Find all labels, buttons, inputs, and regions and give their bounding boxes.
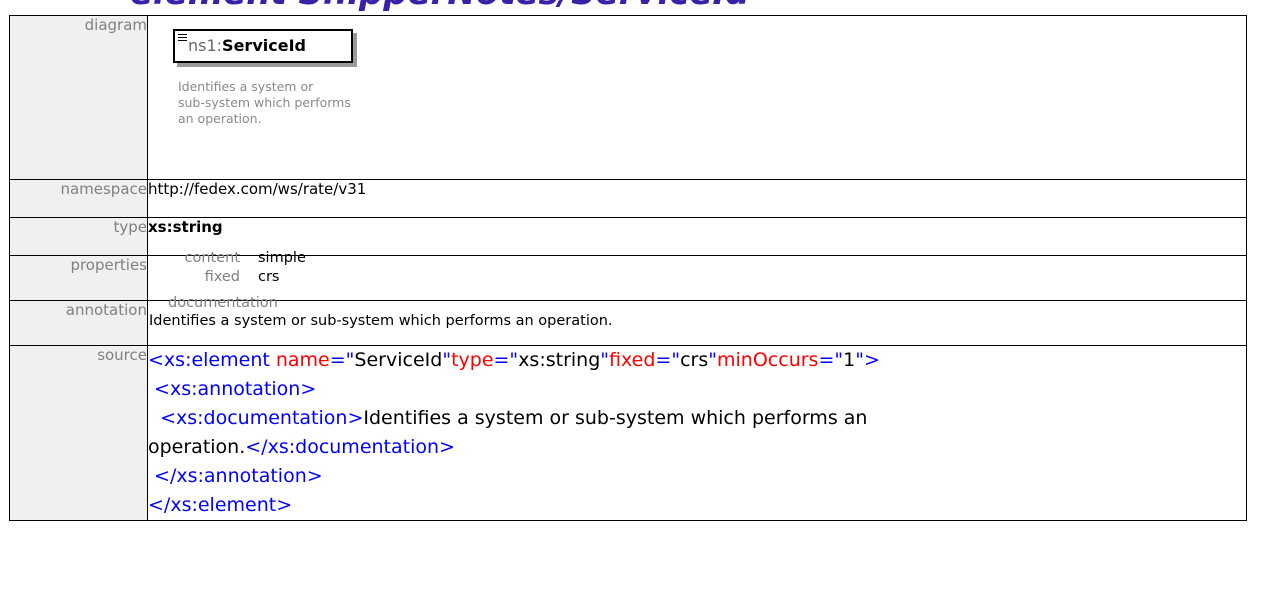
source-line: operation.</xs:documentation> — [148, 433, 1246, 462]
namespace-value: http://fedex.com/ws/rate/v31 — [147, 179, 1247, 218]
xml-attribute-name: minOccurs — [717, 349, 819, 371]
xml-punct: =" — [493, 349, 519, 371]
source-line: <xs:element name="ServiceId"type="xs:str… — [148, 346, 1246, 375]
source-line: <xs:annotation> — [148, 375, 1246, 404]
annotation-heading: documentation — [168, 295, 278, 311]
label-source: source — [9, 345, 148, 521]
label-namespace: namespace — [9, 179, 148, 218]
xml-tag: <xs:element — [148, 349, 270, 371]
xml-attribute-value: crs — [680, 349, 709, 371]
annotation-text: Identifies a system or sub-system which … — [149, 313, 613, 329]
xml-attribute-name: name — [269, 349, 330, 371]
element-doc-table: diagram ns1:ServiceId Identifies a syste… — [9, 15, 1247, 521]
type-value[interactable]: xs:string — [148, 218, 223, 236]
xml-punct: " — [855, 349, 864, 371]
label-properties: properties — [9, 255, 148, 301]
xml-tag: </xs:element> — [148, 494, 293, 516]
label-annotation: annotation — [9, 300, 148, 346]
page-heading: element ShipperNotes/ServiceId — [130, 0, 750, 12]
diagram-documentation: Identifies a system or sub-system which … — [178, 79, 368, 127]
xml-tag: </xs:annotation> — [148, 465, 323, 487]
diagram-doc-line: sub-system which performs — [178, 95, 351, 110]
property-value: crs — [258, 269, 280, 285]
property-key: fixed — [204, 269, 240, 285]
xml-tag: <xs:documentation> — [148, 407, 364, 429]
property-value: simple — [258, 250, 306, 266]
diagram-name: ServiceId — [222, 36, 306, 55]
diagram-cell: ns1:ServiceId Identifies a system or sub… — [147, 15, 1247, 180]
xml-punct: " — [442, 349, 452, 371]
row-source: source <xs:element name="ServiceId"type=… — [9, 345, 1247, 521]
xml-attribute-name: fixed — [609, 349, 656, 371]
source-line: </xs:element> — [148, 491, 1246, 520]
xml-text: operation. — [148, 436, 246, 458]
xml-text: Identifies a system or sub-system which … — [363, 407, 868, 429]
diagram-element-node: ns1:ServiceId — [173, 29, 353, 63]
row-diagram: diagram ns1:ServiceId Identifies a syste… — [9, 15, 1247, 180]
diagram-doc-line: Identifies a system or — [178, 79, 314, 94]
source-line: </xs:annotation> — [148, 462, 1246, 491]
xml-tag: </xs:documentation> — [245, 436, 455, 458]
property-row: fixed crs — [158, 268, 1246, 287]
xml-attribute-value: ServiceId — [354, 349, 443, 371]
label-diagram: diagram — [9, 15, 148, 180]
source-code: <xs:element name="ServiceId"type="xs:str… — [147, 345, 1247, 521]
simple-content-icon — [178, 34, 187, 42]
annotation-cell: documentation Identifies a system or sub… — [147, 295, 1247, 346]
xml-punct: =" — [818, 349, 844, 371]
diagram-element-name: ns1:ServiceId — [188, 36, 306, 55]
xml-attribute-value: 1 — [843, 349, 856, 371]
diagram-doc-line: an operation. — [178, 111, 262, 126]
xml-tag: > — [863, 349, 880, 371]
row-namespace: namespace http://fedex.com/ws/rate/v31 — [9, 179, 1247, 218]
xml-punct: =" — [655, 349, 681, 371]
xml-punct: =" — [329, 349, 355, 371]
xml-attribute-value: xs:string — [518, 349, 601, 371]
xml-attribute-name: type — [451, 349, 494, 371]
row-annotation: annotation documentation Identifies a sy… — [9, 295, 1247, 346]
xml-tag: <xs:annotation> — [148, 378, 317, 400]
properties-list: content simple fixed crs — [158, 249, 1246, 287]
element-diagram-box[interactable]: ns1:ServiceId — [173, 29, 361, 69]
xml-punct: " — [600, 349, 610, 371]
label-type: type — [9, 217, 148, 256]
source-line: <xs:documentation>Identifies a system or… — [148, 404, 1246, 433]
diagram-prefix: ns1: — [188, 36, 223, 55]
property-key: content — [184, 250, 240, 266]
property-row: content simple — [158, 249, 1246, 268]
xml-punct: " — [708, 349, 718, 371]
